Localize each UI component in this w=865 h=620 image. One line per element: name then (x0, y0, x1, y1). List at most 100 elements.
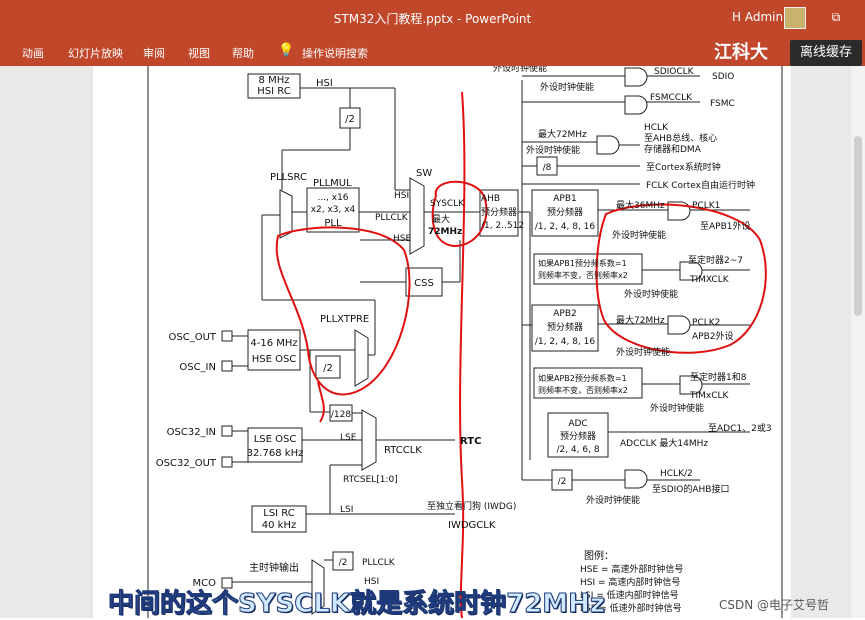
svg-text:/2: /2 (323, 363, 333, 374)
vertical-scrollbar[interactable] (851, 66, 865, 618)
svg-text:HSI: HSI (316, 78, 333, 89)
svg-text:IWDGCLK: IWDGCLK (448, 520, 496, 531)
svg-text:存储器和DMA: 存储器和DMA (644, 143, 702, 155)
svg-text:HSE: HSE (393, 234, 411, 244)
svg-text:预分频器: 预分频器 (547, 321, 583, 333)
video-subtitle: 中间的这个SYSCLK就是系统时钟72MHz (107, 589, 606, 620)
svg-text:LSI RC: LSI RC (263, 508, 294, 519)
tab-slideshow[interactable]: 幻灯片放映 (68, 45, 123, 61)
svg-text:则频率不变，否则频率x2: 则频率不变，否则频率x2 (538, 385, 628, 395)
svg-text:/2: /2 (558, 477, 567, 487)
tab-view[interactable]: 视图 (188, 45, 210, 61)
svg-text:HSE OSC: HSE OSC (252, 354, 297, 365)
svg-text:/1, 2, 4, 8, 16: /1, 2, 4, 8, 16 (535, 337, 596, 347)
svg-text:至定时器1和8: 至定时器1和8 (690, 371, 747, 383)
svg-text:OSC_IN: OSC_IN (179, 362, 216, 373)
svg-text:至AHB总线、核心: 至AHB总线、核心 (644, 132, 717, 144)
svg-text:HSI: HSI (394, 191, 409, 201)
brand-logo-text: 江科大 (714, 42, 768, 63)
svg-text:至SDIO的AHB接口: 至SDIO的AHB接口 (652, 483, 729, 495)
svg-text:至ADC1、2或3: 至ADC1、2或3 (708, 422, 772, 434)
svg-text:最大72MHz: 最大72MHz (616, 314, 665, 326)
svg-text:LSE OSC: LSE OSC (254, 434, 297, 445)
svg-text:预分频器: 预分频器 (560, 430, 596, 442)
svg-text:外设时钟使能: 外设时钟使能 (624, 288, 678, 300)
svg-text:OSC32_OUT: OSC32_OUT (156, 458, 217, 469)
svg-text:预分频器: 预分频器 (547, 206, 583, 218)
title-bar: STM32入门教程.pptx - PowerPoint H Admin ⧉ (0, 0, 865, 38)
svg-text:RTC: RTC (460, 436, 481, 447)
svg-text:8 MHz: 8 MHz (259, 75, 290, 86)
tab-animations[interactable]: 动画 (22, 45, 44, 61)
slide-canvas: 8 MHz HSI RC HSI /2 PLLSRC PLLMUL ..., x… (93, 66, 791, 618)
svg-text:APB2外设: APB2外设 (692, 330, 734, 342)
tab-review[interactable]: 审阅 (143, 45, 165, 61)
lightbulb-icon[interactable]: 💡 (278, 43, 294, 58)
svg-text:32.768 kHz: 32.768 kHz (247, 448, 304, 459)
offline-cache-button[interactable]: 离线缓存 (790, 40, 862, 66)
svg-text:PLL: PLL (324, 218, 342, 229)
svg-text:LSI: LSI (340, 505, 353, 515)
svg-text:TIMxCLK: TIMxCLK (689, 391, 730, 401)
svg-text:4-16 MHz: 4-16 MHz (250, 338, 297, 349)
svg-text:..., x16: ..., x16 (317, 193, 348, 203)
svg-text:/8: /8 (543, 163, 552, 173)
svg-text:外设时钟使能: 外设时钟使能 (540, 81, 594, 93)
svg-text:外设时钟使能: 外设时钟使能 (526, 144, 580, 156)
svg-text:最大72MHz: 最大72MHz (538, 128, 587, 140)
clock-tree-diagram: 8 MHz HSI RC HSI /2 PLLSRC PLLMUL ..., x… (147, 66, 783, 618)
svg-text:OSC_OUT: OSC_OUT (169, 332, 217, 343)
svg-text:LSE: LSE (340, 433, 357, 443)
svg-text:FSMCCLK: FSMCCLK (650, 93, 693, 103)
svg-text:外设时钟使能: 外设时钟使能 (650, 402, 704, 414)
svg-text:如果APB2预分频系数=1: 如果APB2预分频系数=1 (538, 373, 627, 383)
csdn-watermark: CSDN @电子艾号哲 (719, 598, 830, 612)
svg-text:RTCCLK: RTCCLK (384, 445, 422, 456)
svg-text:/1, 2..512: /1, 2..512 (481, 221, 524, 231)
svg-text:外设时钟使能: 外设时钟使能 (612, 229, 666, 241)
svg-text:72MHz: 72MHz (428, 227, 462, 237)
svg-text:PCLK1: PCLK1 (692, 201, 720, 211)
svg-text:SDIO: SDIO (712, 72, 734, 82)
svg-text:TIMXCLK: TIMXCLK (689, 275, 730, 285)
restore-icon[interactable]: ⧉ (826, 8, 846, 26)
svg-text:OSC32_IN: OSC32_IN (167, 427, 216, 438)
scrollbar-thumb[interactable] (854, 136, 862, 316)
svg-text:APB1: APB1 (553, 194, 576, 204)
svg-text:外设时钟使能: 外设时钟使能 (586, 494, 640, 506)
avatar[interactable] (784, 7, 806, 29)
svg-text:/2: /2 (339, 558, 348, 568)
svg-text:APB2: APB2 (553, 309, 576, 319)
svg-text:x2, x3, x4: x2, x3, x4 (311, 205, 356, 215)
svg-text:至定时器2~7: 至定时器2~7 (688, 254, 743, 266)
tab-help[interactable]: 帮助 (232, 45, 254, 61)
svg-text:/2, 4, 6, 8: /2, 4, 6, 8 (556, 445, 599, 455)
svg-text:预分频器: 预分频器 (481, 206, 517, 218)
tell-me-search[interactable]: 操作说明搜索 (302, 45, 368, 61)
svg-text:CSS: CSS (414, 278, 434, 289)
svg-text:SYSCLK: SYSCLK (430, 199, 465, 209)
svg-text:FSMC: FSMC (710, 99, 735, 109)
user-name[interactable]: H Admin (732, 10, 783, 24)
svg-text:FCLK Cortex自由运行时钟: FCLK Cortex自由运行时钟 (646, 179, 755, 191)
svg-text:最大36MHz: 最大36MHz (616, 199, 665, 211)
svg-text:PLLMUL: PLLMUL (313, 178, 352, 189)
svg-text:40 kHz: 40 kHz (262, 520, 296, 531)
svg-text:PLLCLK: PLLCLK (375, 213, 409, 223)
svg-text:至APB1外设: 至APB1外设 (700, 220, 751, 232)
svg-text:PLLSRC: PLLSRC (270, 172, 307, 183)
svg-text:AHB: AHB (481, 194, 500, 204)
svg-text:主时钟输出: 主时钟输出 (249, 561, 299, 574)
svg-text:RTCSEL[1:0]: RTCSEL[1:0] (343, 475, 398, 485)
svg-text:至独立看门狗 (IWDG): 至独立看门狗 (IWDG) (427, 500, 516, 512)
svg-text:则频率不变，否则频率x2: 则频率不变，否则频率x2 (538, 270, 628, 280)
svg-text:PCLK2: PCLK2 (692, 318, 720, 328)
svg-text:HCLK/2: HCLK/2 (660, 469, 693, 479)
svg-text:图例：: 图例： (584, 549, 614, 562)
svg-text:至Cortex系统时钟: 至Cortex系统时钟 (646, 161, 721, 173)
svg-text:PLLCLK: PLLCLK (362, 558, 396, 568)
svg-text:/1, 2, 4, 8, 16: /1, 2, 4, 8, 16 (535, 222, 596, 232)
svg-text:ADCCLK 最大14MHz: ADCCLK 最大14MHz (620, 437, 708, 449)
svg-text:最大: 最大 (432, 213, 450, 225)
svg-text:SW: SW (416, 168, 432, 179)
